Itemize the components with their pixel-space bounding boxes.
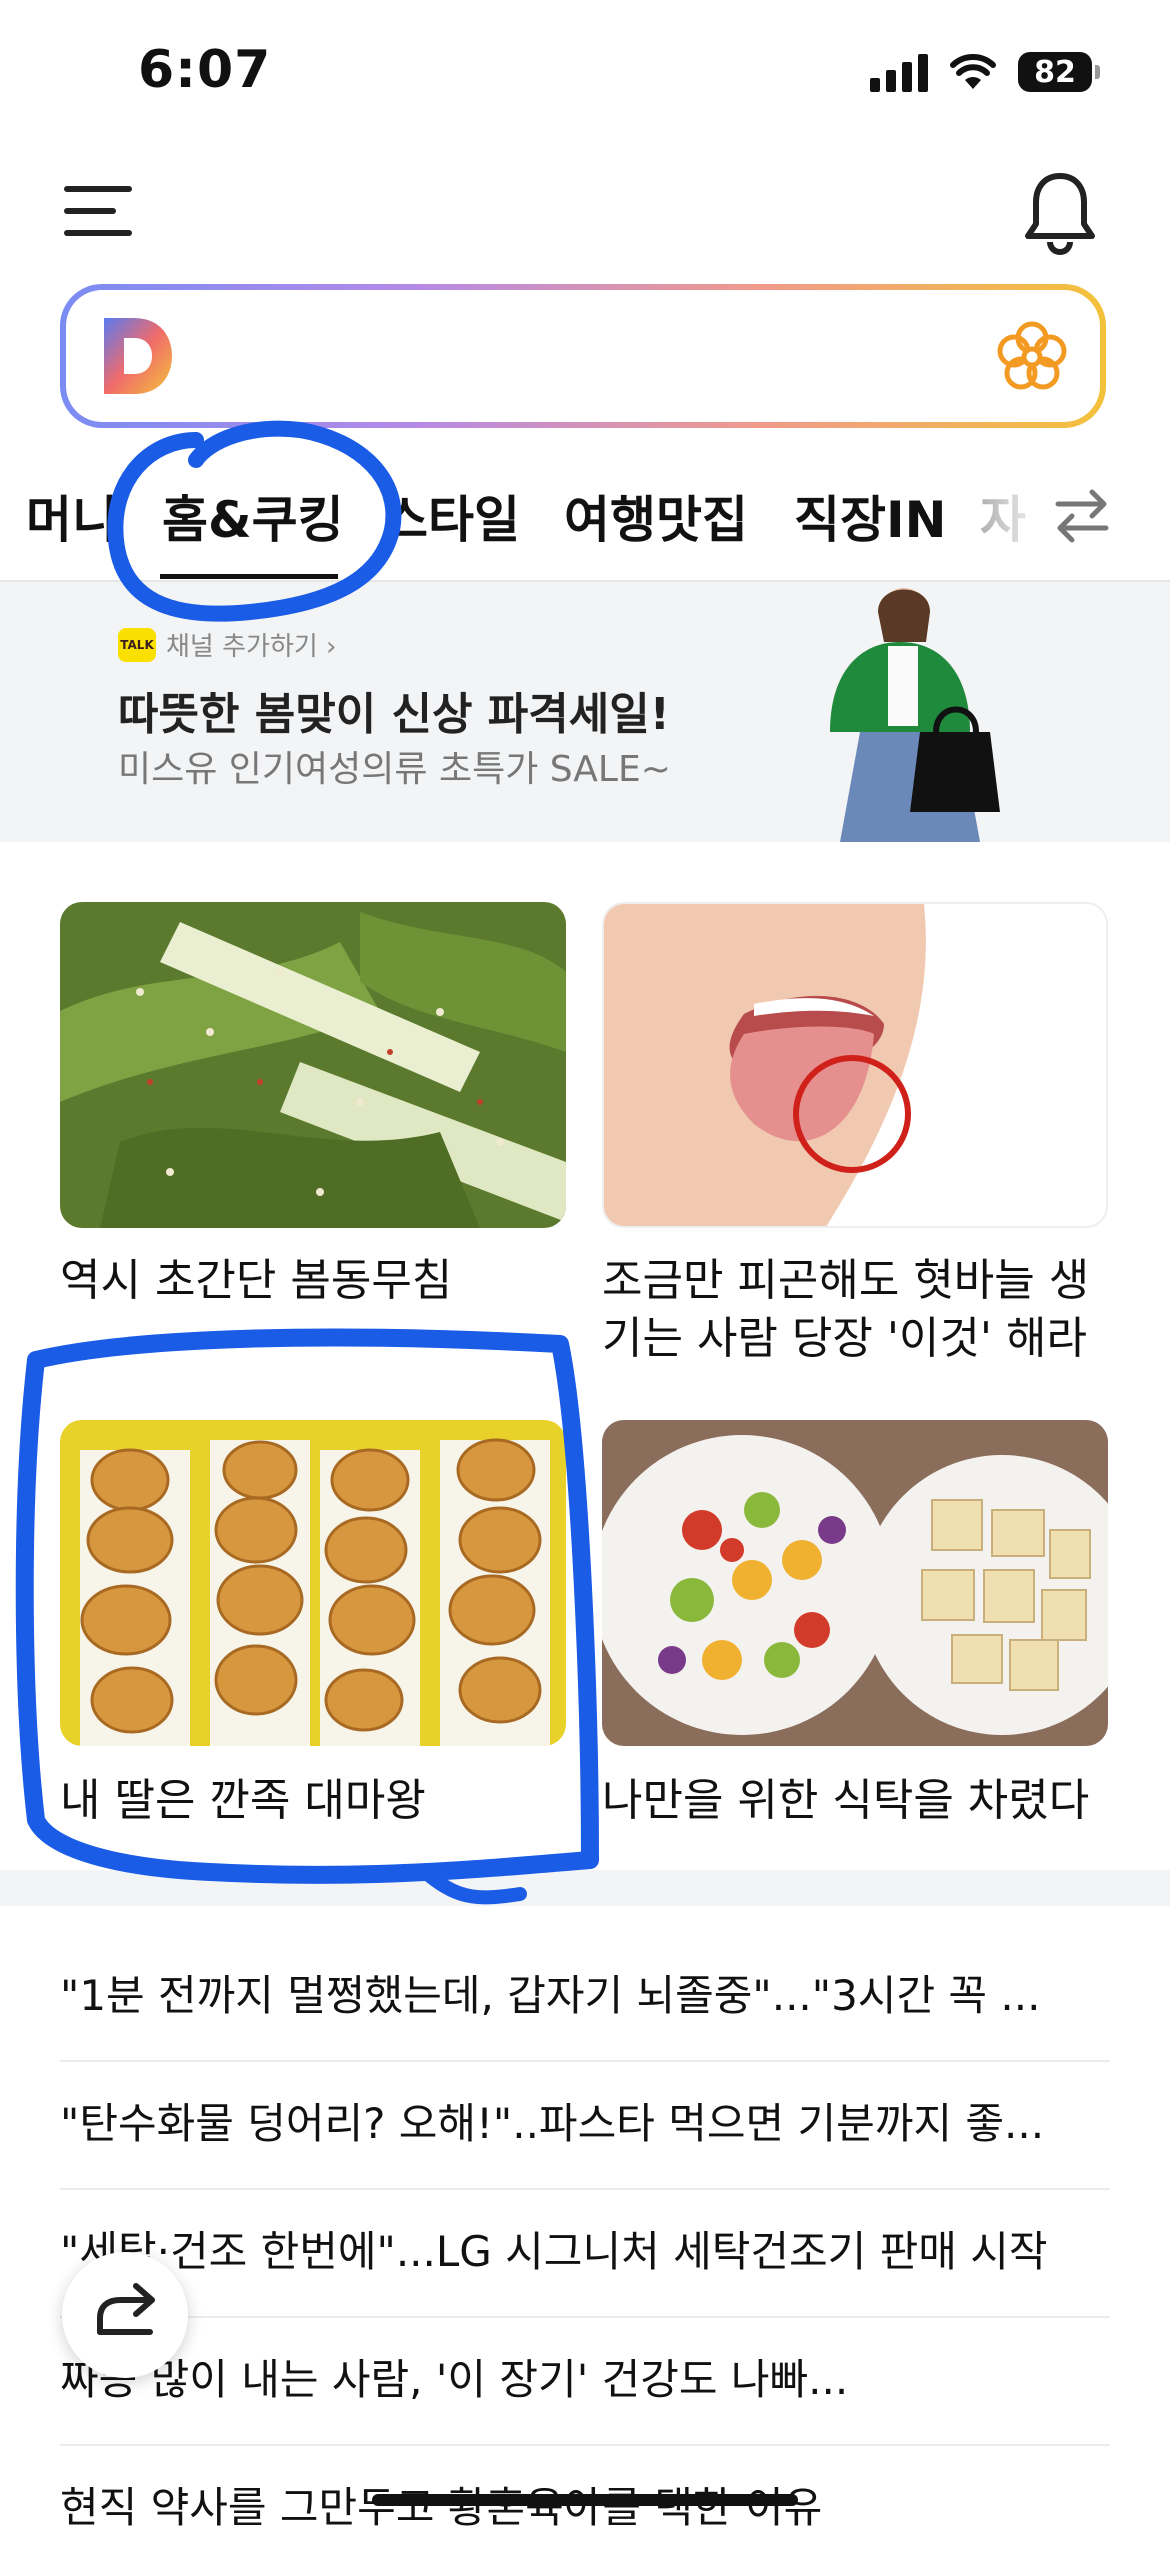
card-thumbnail-greens[interactable] (60, 902, 566, 1228)
card-caption[interactable]: 내 딸은 깐족 대마왕 (60, 1772, 570, 1830)
tongue-photo (604, 904, 1106, 1226)
card-thumbnail-salad[interactable] (602, 1420, 1108, 1746)
ad-banner[interactable]: TALK 채널 추가하기 › 따뜻한 봄맞이 신상 파격세일! 미스유 인기여성… (0, 582, 1170, 842)
cellular-signal-icon (870, 52, 928, 92)
search-bar[interactable] (60, 284, 1106, 428)
news-item[interactable]: 짜증 많이 내는 사람, '이 장기' 건강도 나빠... (60, 2316, 1110, 2446)
news-item[interactable]: "세탁·건조 한번에"...LG 시그니처 세탁건조기 판매 시작 (60, 2188, 1110, 2318)
kakao-talk-icon: TALK (118, 628, 156, 662)
tab-fade (960, 470, 1050, 570)
card-caption[interactable]: 조금만 피곤해도 혓바늘 생기는 사람 당장 '이것' 해라 (602, 1252, 1122, 1368)
flower-icon[interactable] (994, 318, 1070, 394)
tab-travel-food[interactable]: 여행맛집 (564, 480, 748, 552)
ad-subtitle: 미스유 인기여성의류 초특가 SALE~ (118, 749, 671, 790)
active-tab-indicator (160, 574, 338, 579)
news-list: "1분 전까지 멀쩡했는데, 갑자기 뇌졸중"..."3시간 꼭 ... "탄수… (0, 1910, 1170, 2532)
tab-home-cooking[interactable]: 홈&쿠킹 (162, 480, 344, 552)
status-time: 6:07 (138, 40, 272, 100)
news-item[interactable]: 현직 약사를 그만두고 황혼육아를 택한 이유 (60, 2444, 1110, 2572)
ad-model-image (800, 582, 1020, 842)
daum-logo-icon (104, 318, 172, 394)
news-item[interactable]: "탄수화물 덩어리? 오해!"..파스타 먹으면 기분까지 좋... (60, 2060, 1110, 2190)
section-divider (0, 1870, 1170, 1906)
tab-work[interactable]: 직장IN (794, 480, 946, 552)
card-thumbnail-tongue[interactable] (602, 902, 1108, 1228)
category-tab-bar: 머니 홈&쿠킹 스타일 여행맛집 직장IN 자 (0, 470, 1170, 582)
ad-channel-link[interactable]: 채널 추가하기 › (166, 626, 336, 663)
home-indicator (372, 2494, 798, 2506)
salad-photo (602, 1420, 1108, 1746)
news-item[interactable]: "1분 전까지 멀쩡했는데, 갑자기 뇌졸중"..."3시간 꼭 ... (60, 1932, 1110, 2062)
card-caption[interactable]: 역시 초간단 봄동무침 (60, 1252, 570, 1310)
card-caption[interactable]: 나만을 위한 식탁을 차렸다 (602, 1772, 1122, 1830)
tab-style[interactable]: 스타일 (382, 480, 520, 552)
tab-money[interactable]: 머니 (26, 480, 118, 552)
notification-bell-icon[interactable] (1022, 170, 1098, 256)
greens-photo (60, 902, 566, 1228)
card-thumbnail-madeleines[interactable] (60, 1420, 566, 1746)
share-button[interactable] (62, 2252, 188, 2378)
madeleine-photo (60, 1420, 566, 1746)
ad-title: 따뜻한 봄맞이 신상 파격세일! (118, 689, 670, 740)
status-icons: 82 (870, 52, 1100, 92)
menu-button[interactable] (64, 180, 136, 240)
battery-indicator: 82 (1018, 52, 1100, 92)
wifi-icon (950, 54, 996, 89)
share-arrow-icon (97, 2283, 155, 2335)
swap-arrows-icon[interactable] (1050, 484, 1114, 548)
